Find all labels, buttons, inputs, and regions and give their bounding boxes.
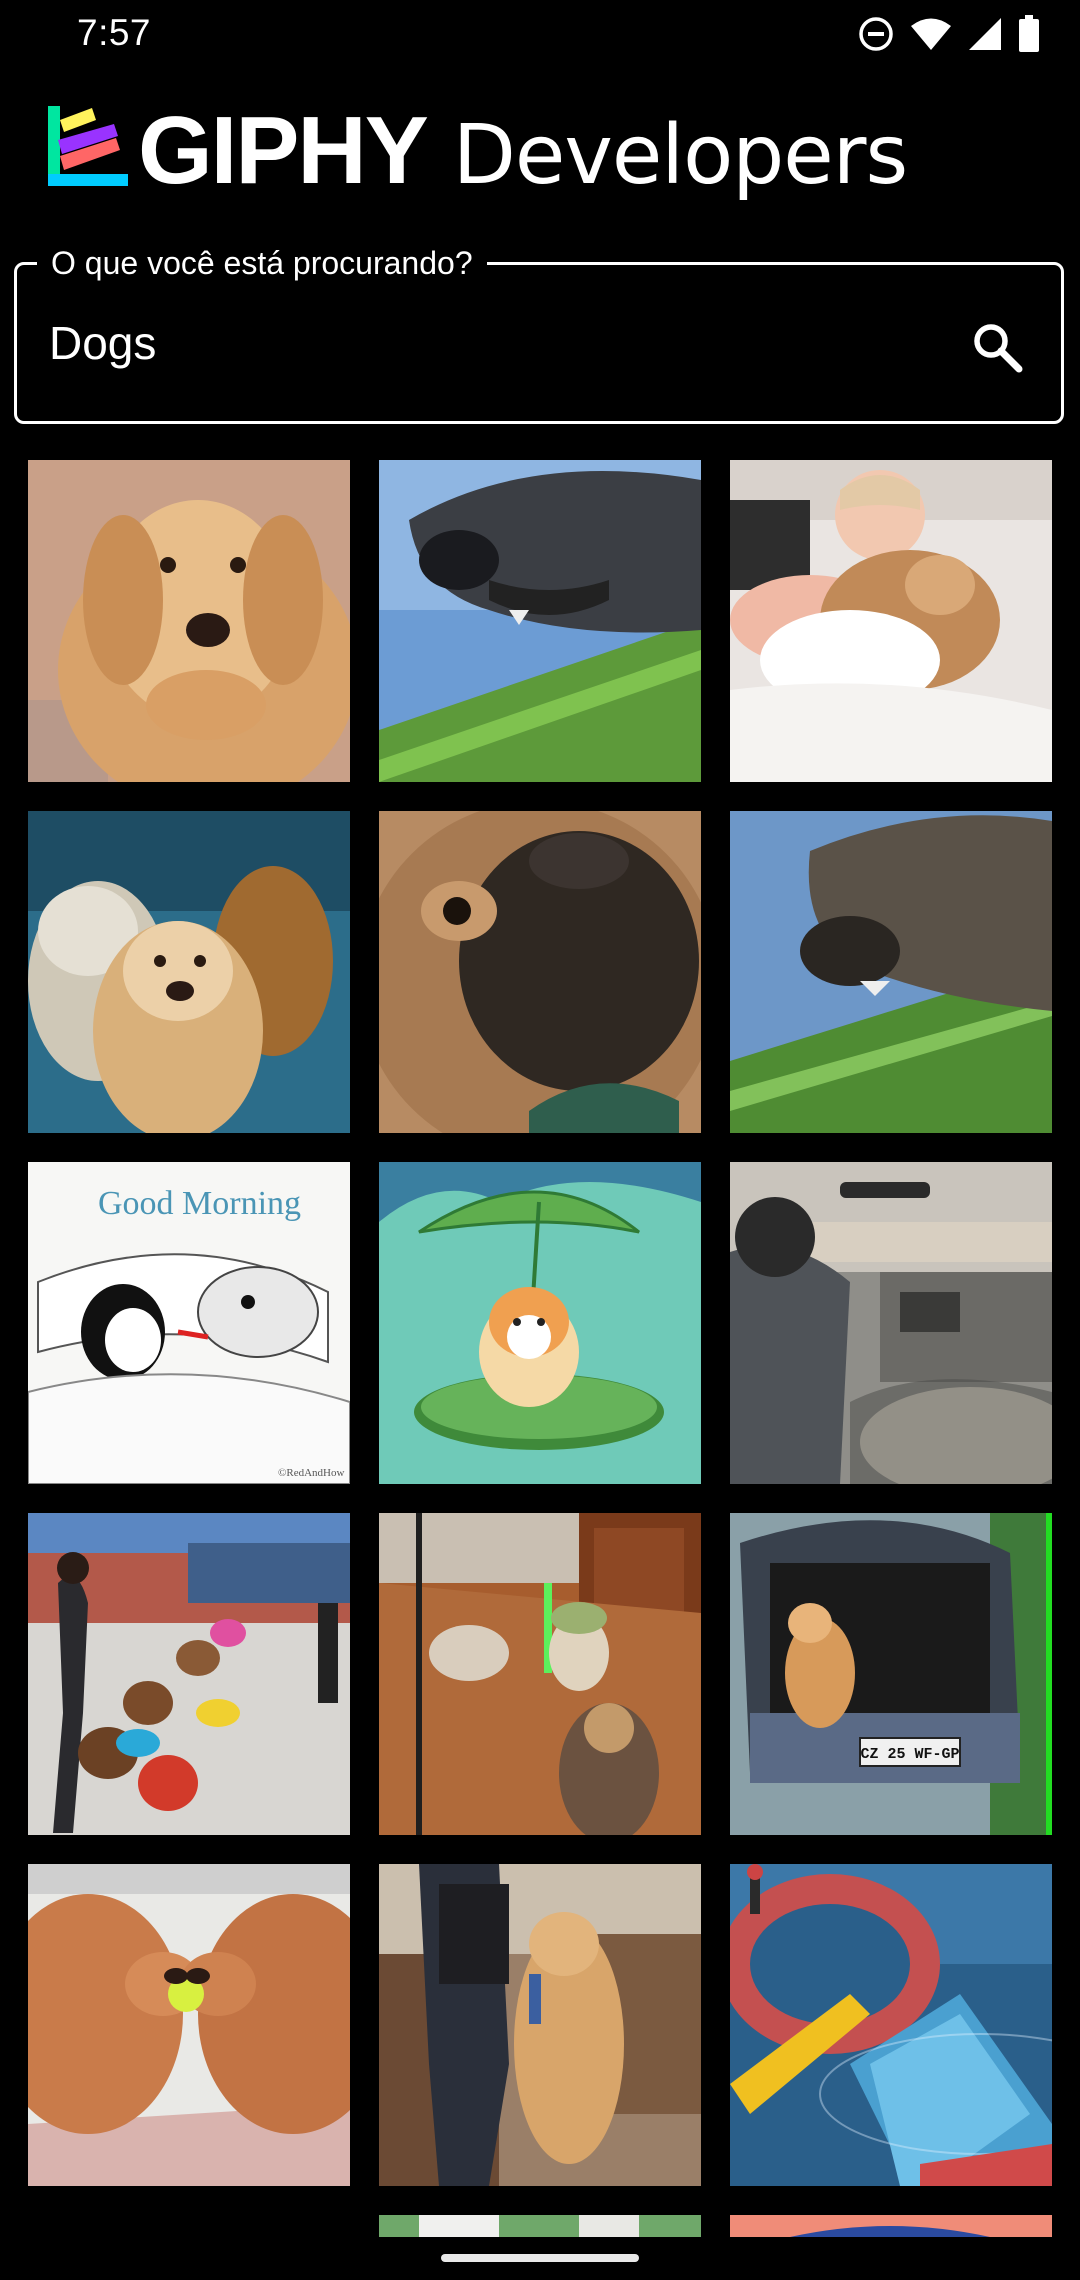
app-logo-text: GIPHY Developers (138, 96, 908, 206)
gif-dog-car-window-2[interactable] (730, 811, 1052, 1133)
status-time: 7:57 (77, 12, 152, 53)
gif-corgi-leaf[interactable] (379, 1162, 701, 1484)
gif-water-slide[interactable] (730, 1864, 1052, 2186)
gif-golden-retriever[interactable] (28, 460, 350, 782)
gif-partial-1[interactable] (379, 2215, 701, 2237)
gif-dog-kitchen[interactable] (379, 1864, 701, 2186)
gesture-nav-handle[interactable] (441, 2254, 639, 2262)
gif-yoda-dogs[interactable] (379, 1513, 701, 1835)
gif-dog-car-trunk[interactable]: CZ 25 WF-GP (730, 1513, 1052, 1835)
gif-dancing-dogs[interactable] (28, 1513, 350, 1835)
gif-dog-in-truck[interactable] (730, 1162, 1052, 1484)
status-icons (858, 14, 1040, 54)
battery-icon (1018, 15, 1040, 53)
gif-partial-2[interactable] (730, 2215, 1052, 2237)
status-bar: 7:57 (0, 0, 1080, 66)
gif-three-dogs[interactable] (28, 811, 350, 1133)
logo-sub: Developers (452, 108, 908, 203)
search-input[interactable] (49, 311, 929, 375)
giphy-logo-icon (44, 100, 130, 197)
logo-brand: GIPHY (138, 97, 429, 204)
search-field[interactable]: O que você está procurando? (14, 243, 1064, 424)
app-header: GIPHY Developers (0, 90, 1080, 204)
good-morning-caption: Good Morning (98, 1185, 301, 1222)
gif-dog-car-window[interactable] (379, 460, 701, 782)
wifi-icon (910, 17, 952, 51)
gif-good-morning[interactable]: Good Morning ©RedAndHow (28, 1162, 350, 1484)
license-plate: CZ 25 WF-GP (860, 1746, 959, 1763)
gif-dogs-tennis-ball[interactable] (28, 1864, 350, 2186)
gif-pug-closeup[interactable] (379, 811, 701, 1133)
search-icon[interactable] (969, 319, 1025, 375)
good-morning-credit: ©RedAndHow (278, 1467, 344, 1479)
gif-baby-and-dog-bed[interactable] (730, 460, 1052, 782)
do-not-disturb-icon (858, 16, 894, 52)
search-label: O que você está procurando? (37, 243, 487, 283)
signal-icon (968, 17, 1002, 51)
